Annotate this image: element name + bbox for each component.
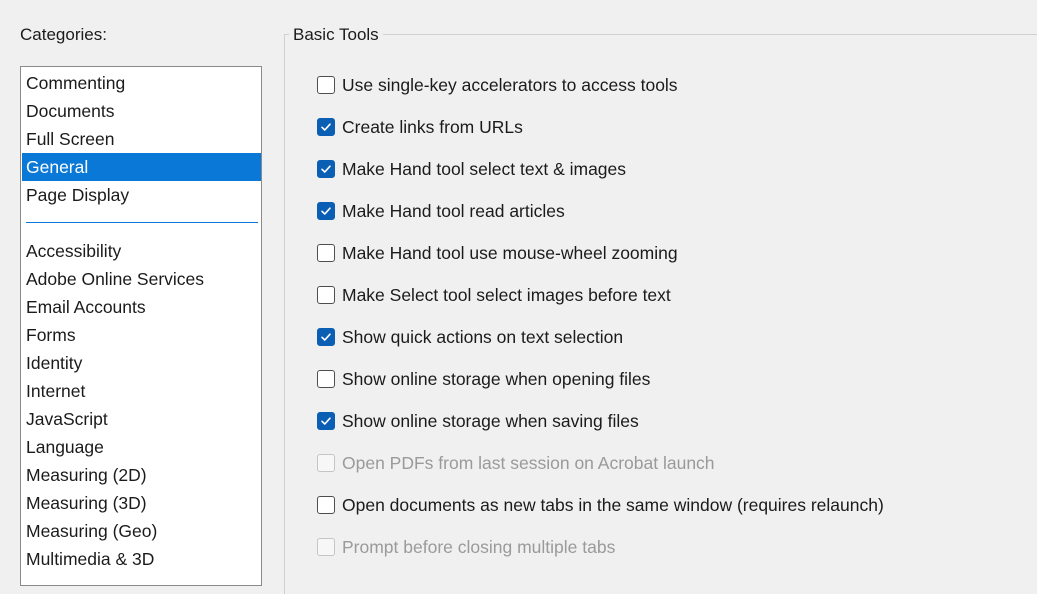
checkbox-online-storage-opening[interactable] — [317, 370, 335, 388]
option-label: Open documents as new tabs in the same w… — [342, 495, 884, 515]
category-item-documents[interactable]: Documents — [22, 97, 261, 125]
option-hand-select-text-images[interactable]: Make Hand tool select text & images — [317, 157, 626, 181]
option-label: Show online storage when saving files — [342, 411, 639, 431]
categories-list[interactable]: Commenting Documents Full Screen General… — [20, 66, 262, 586]
option-label: Make Select tool select images before te… — [342, 285, 671, 305]
checkbox-hand-mouse-wheel-zoom[interactable] — [317, 244, 335, 262]
option-label: Prompt before closing multiple tabs — [342, 537, 616, 557]
checkbox-prompt-closing-tabs — [317, 538, 335, 556]
category-item-measuring-2d[interactable]: Measuring (2D) — [22, 461, 261, 489]
categories-label: Categories: — [20, 25, 107, 44]
checkmark-icon — [321, 165, 331, 173]
category-item-measuring-3d[interactable]: Measuring (3D) — [22, 489, 261, 517]
category-item-language[interactable]: Language — [22, 433, 261, 461]
checkmark-icon — [321, 123, 331, 131]
category-item-forms[interactable]: Forms — [22, 321, 261, 349]
basic-tools-title: Basic Tools — [289, 24, 383, 46]
checkbox-open-last-session — [317, 454, 335, 472]
category-item-javascript[interactable]: JavaScript — [22, 405, 261, 433]
option-label: Make Hand tool select text & images — [342, 159, 627, 179]
option-hand-mouse-wheel-zoom[interactable]: Make Hand tool use mouse-wheel zooming — [317, 241, 678, 265]
category-item-identity[interactable]: Identity — [22, 349, 261, 377]
category-item-internet[interactable]: Internet — [22, 377, 261, 405]
checkbox-hand-read-articles[interactable] — [317, 202, 335, 220]
checkbox-quick-actions[interactable] — [317, 328, 335, 346]
checkbox-hand-select-text-images[interactable] — [317, 160, 335, 178]
category-item-measuring-geo[interactable]: Measuring (Geo) — [22, 517, 261, 545]
option-open-last-session: Open PDFs from last session on Acrobat l… — [317, 451, 715, 475]
category-item-commenting[interactable]: Commenting — [22, 69, 261, 97]
option-label: Make Hand tool use mouse-wheel zooming — [342, 243, 678, 263]
category-item-general[interactable]: General — [22, 153, 261, 181]
option-quick-actions[interactable]: Show quick actions on text selection — [317, 325, 623, 349]
option-hand-read-articles[interactable]: Make Hand tool read articles — [317, 199, 565, 223]
checkmark-icon — [321, 417, 331, 425]
category-item-full-screen[interactable]: Full Screen — [22, 125, 261, 153]
option-label: Show quick actions on text selection — [342, 327, 624, 347]
checkbox-open-as-new-tabs[interactable] — [317, 496, 335, 514]
category-item-adobe-online-services[interactable]: Adobe Online Services — [22, 265, 261, 293]
category-item-page-display[interactable]: Page Display — [22, 181, 261, 209]
option-label: Show online storage when opening files — [342, 369, 651, 389]
option-online-storage-saving[interactable]: Show online storage when saving files — [317, 409, 639, 433]
checkbox-online-storage-saving[interactable] — [317, 412, 335, 430]
category-item-multimedia-3d[interactable]: Multimedia & 3D — [22, 545, 261, 573]
checkbox-create-links-from-urls[interactable] — [317, 118, 335, 136]
checkbox-single-key-accelerators[interactable] — [317, 76, 335, 94]
option-open-as-new-tabs[interactable]: Open documents as new tabs in the same w… — [317, 493, 884, 517]
option-label: Open PDFs from last session on Acrobat l… — [342, 453, 715, 473]
category-divider — [26, 222, 258, 223]
option-label: Use single-key accelerators to access to… — [342, 75, 678, 95]
option-prompt-closing-tabs: Prompt before closing multiple tabs — [317, 535, 615, 559]
checkbox-select-images-before-text[interactable] — [317, 286, 335, 304]
option-single-key-accelerators[interactable]: Use single-key accelerators to access to… — [317, 73, 678, 97]
checkmark-icon — [321, 207, 331, 215]
checkmark-icon — [321, 333, 331, 341]
option-label: Create links from URLs — [342, 117, 523, 137]
option-select-images-before-text[interactable]: Make Select tool select images before te… — [317, 283, 671, 307]
category-item-email-accounts[interactable]: Email Accounts — [22, 293, 261, 321]
option-label: Make Hand tool read articles — [342, 201, 565, 221]
category-item-accessibility[interactable]: Accessibility — [22, 237, 261, 265]
option-online-storage-opening[interactable]: Show online storage when opening files — [317, 367, 650, 391]
option-create-links-from-urls[interactable]: Create links from URLs — [317, 115, 523, 139]
